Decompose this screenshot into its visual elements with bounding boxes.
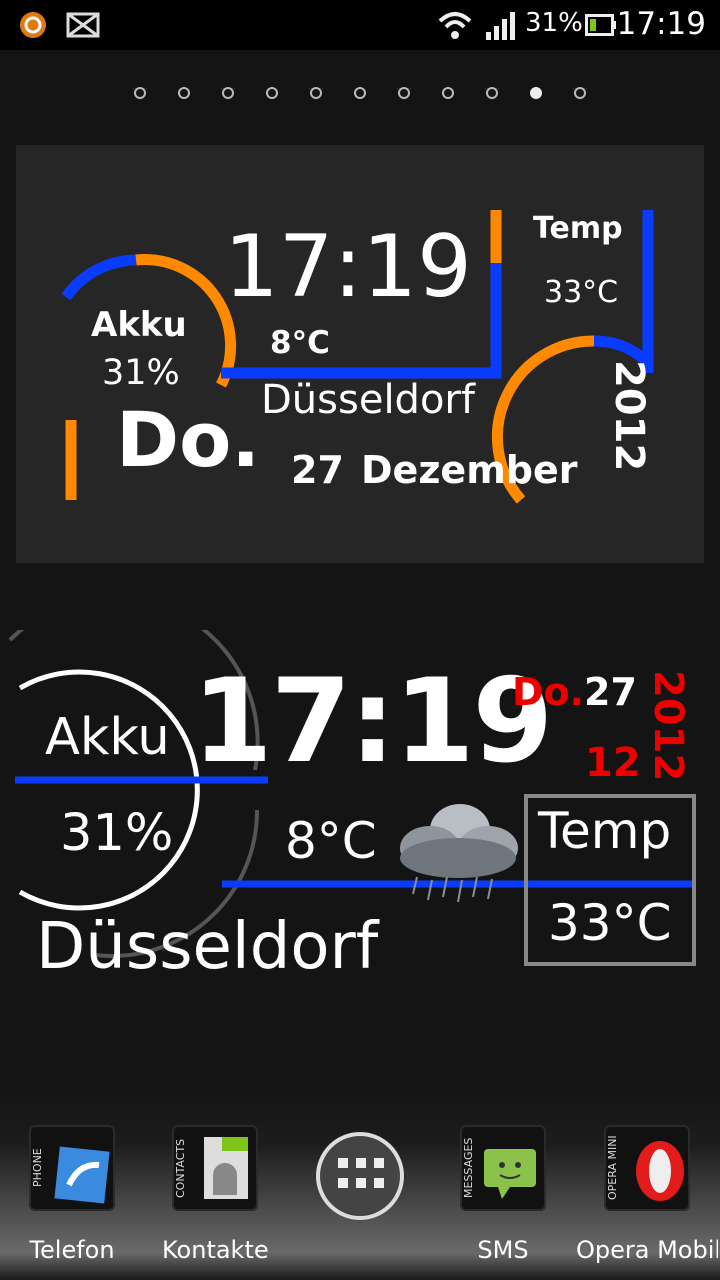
status-time: 17:19 [616, 6, 706, 42]
page-dot[interactable] [486, 87, 498, 99]
widget2-battery-label: Akku [45, 708, 170, 767]
avast-icon [20, 12, 46, 38]
widget1-battery-value: 31% [102, 353, 180, 393]
widget1-battery-label: Akku [91, 305, 187, 345]
opera-app-label: Opera Mobile [576, 1236, 718, 1264]
widget1-year: 2012 [606, 360, 652, 472]
widget1-time: 17:19 [224, 217, 472, 317]
widget2-temp-value: 33°C [548, 894, 672, 952]
widget2-battery-value: 31% [60, 804, 174, 863]
opera-app-icon[interactable]: OPERA MINI [604, 1125, 690, 1211]
phone-app-label: Telefon [29, 1236, 115, 1264]
contacts-icon-tag: CONTACTS [174, 1138, 187, 1198]
contacts-app-icon[interactable]: CONTACTS [172, 1125, 258, 1211]
page-dot[interactable] [310, 87, 322, 99]
contacts-icon [204, 1137, 248, 1199]
mail-notification-icon [66, 12, 100, 38]
widget1-city: Düsseldorf [261, 377, 475, 423]
messages-icon-tag: MESSAGES [462, 1137, 475, 1199]
page-dot[interactable] [574, 87, 586, 99]
status-bar: 31% 17:19 [0, 0, 720, 50]
page-dot[interactable] [530, 87, 542, 99]
phone-icon-tag: PHONE [31, 1148, 44, 1188]
phone-icon [54, 1146, 110, 1204]
widget2-city: Düsseldorf [36, 910, 379, 984]
widget1-weekday: Do. [116, 395, 261, 484]
widget2-time: 17:19 [192, 654, 553, 789]
widget1-temp-label: Temp [533, 211, 623, 246]
opera-icon-tag: OPERA MINI [606, 1135, 619, 1201]
messages-app-label: SMS [477, 1236, 529, 1264]
contacts-app-label: Kontakte [162, 1236, 269, 1264]
signal-icon [486, 12, 515, 40]
app-drawer-button[interactable] [316, 1132, 404, 1220]
widget2-month: 12 [585, 740, 641, 786]
widget2-current-temp: 8°C [285, 812, 377, 870]
page-dot[interactable] [134, 87, 146, 99]
phone-app-icon[interactable]: PHONE [29, 1125, 115, 1211]
wifi-icon [438, 12, 472, 39]
page-dot[interactable] [178, 87, 190, 99]
messages-app-icon[interactable]: MESSAGES [460, 1125, 546, 1211]
messages-icon [484, 1149, 536, 1199]
opera-icon [636, 1141, 684, 1201]
app-grid-icon [338, 1158, 384, 1188]
battery-percent: 31% [525, 8, 583, 38]
clock-widget-2[interactable]: Akku 31% 17:19 Do. 27 12 2012 8°C Temp 3… [0, 630, 720, 990]
widget2-day: 27 [584, 670, 637, 714]
widget1-temp-value: 33°C [544, 275, 619, 310]
widget2-year: 2012 [645, 670, 691, 782]
widget2-temp-label: Temp [538, 802, 672, 860]
page-dot[interactable] [398, 87, 410, 99]
battery-icon [585, 14, 616, 36]
clock-widget-1[interactable]: 17:19 Akku 31% 8°C Düsseldorf Do. 27 Dez… [16, 145, 704, 563]
widget1-month: Dezember [361, 448, 578, 492]
widget2-weekday: Do. [512, 670, 585, 714]
page-dot[interactable] [354, 87, 366, 99]
rain-cloud-icon [400, 804, 518, 903]
widget1-current-temp: 8°C [270, 325, 330, 361]
page-dot[interactable] [222, 87, 234, 99]
page-dot[interactable] [266, 87, 278, 99]
widget1-day: 27 [291, 448, 344, 492]
page-dot[interactable] [442, 87, 454, 99]
